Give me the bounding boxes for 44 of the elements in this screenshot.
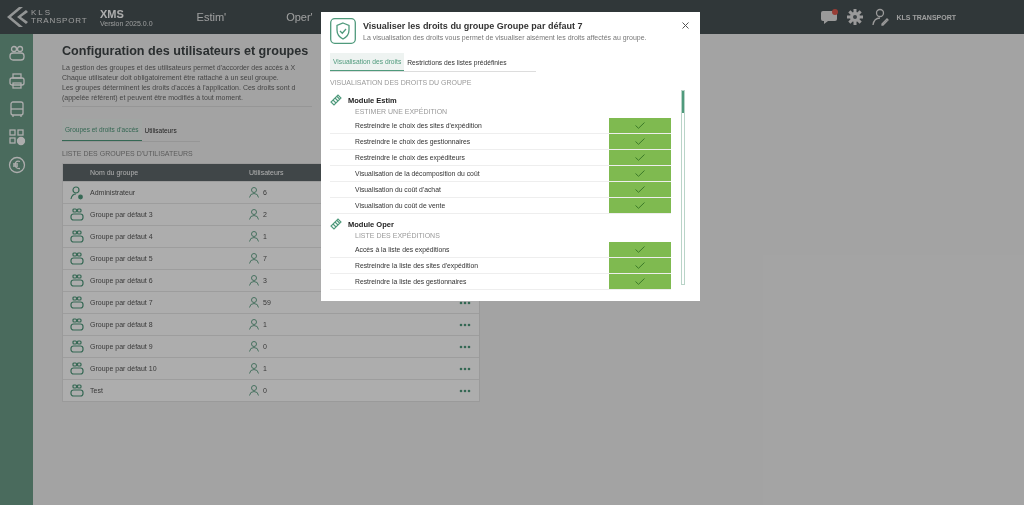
- more-icon[interactable]: [459, 366, 471, 371]
- user-edit-icon[interactable]: [870, 8, 889, 26]
- user-icon: [249, 297, 259, 308]
- brand-subtitle: TRANSPORT: [31, 17, 88, 25]
- nav-link[interactable]: Estim': [196, 11, 227, 23]
- user-icon: [249, 341, 259, 352]
- user-icon: [249, 385, 259, 396]
- user-icon: [249, 253, 259, 264]
- more-icon[interactable]: [459, 322, 471, 327]
- chevron-logo-icon: [5, 6, 29, 28]
- chat-icon[interactable]: [820, 9, 839, 25]
- group-icon: [69, 207, 84, 222]
- euro-icon[interactable]: [7, 156, 26, 174]
- brand-name: KLS: [31, 9, 54, 17]
- close-icon[interactable]: [682, 22, 689, 29]
- more-icon[interactable]: [459, 388, 471, 393]
- user-icon: [249, 187, 259, 198]
- group-icon: [69, 317, 84, 332]
- user-icon: [249, 363, 259, 374]
- user-icon: [249, 209, 259, 220]
- group-icon: [69, 251, 84, 266]
- bus-icon[interactable]: [7, 100, 26, 118]
- group-icon: [69, 361, 84, 376]
- user-star-icon: [69, 185, 84, 200]
- group-icon: [69, 273, 84, 288]
- group-icon: [69, 229, 84, 244]
- group-icon: [69, 295, 84, 310]
- page-title: Configuration des utilisateurs et groupes: [62, 44, 310, 58]
- more-icon[interactable]: [459, 300, 471, 305]
- modules-icon[interactable]: [7, 128, 26, 146]
- scrollbar[interactable]: [681, 90, 685, 285]
- dialog-title: Visualiser les droits du groupe Groupe par défaut 7: [363, 21, 584, 31]
- user-icon: [249, 275, 259, 286]
- group-icon: [69, 339, 84, 354]
- group-icon: [69, 383, 84, 398]
- user-icon: [249, 231, 259, 242]
- user-icon: [249, 319, 259, 330]
- product-name: XMS: [100, 7, 125, 20]
- printer-icon[interactable]: [7, 72, 26, 90]
- settings-icon[interactable]: [846, 9, 863, 25]
- shield-check-icon: [330, 18, 356, 44]
- more-icon[interactable]: [459, 344, 471, 349]
- nav-link[interactable]: Oper': [286, 11, 313, 23]
- users-icon[interactable]: [7, 44, 26, 62]
